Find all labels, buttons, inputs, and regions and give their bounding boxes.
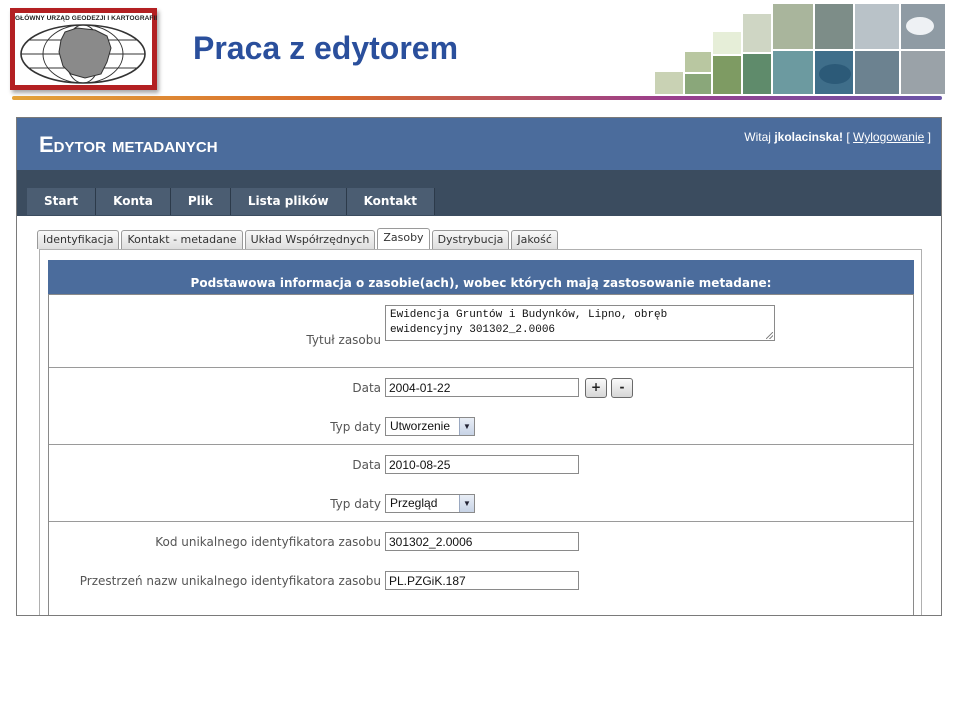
bracket-close: ] [927, 130, 931, 144]
header-divider [12, 96, 942, 100]
code-input[interactable]: 301302_2.0006 [385, 532, 579, 551]
satellite-mosaic-image [655, 4, 945, 94]
chevron-down-icon: ▼ [459, 418, 474, 435]
date-row-1: Data 2004-01-22 + - Typ daty Utworzenie ▼ [49, 368, 913, 445]
tab-uklad-wspolrzednych[interactable]: Układ Współrzędnych [244, 230, 376, 249]
bracket-open: [ [846, 130, 850, 144]
title-row: Tytuł zasobu Ewidencja Gruntów i Budynkó… [49, 295, 913, 368]
title-label: Tytuł zasobu [306, 333, 381, 347]
welcome-bar: Witaj jkolacinska! [ Wylogowanie ] [744, 130, 931, 144]
tab-dystrybucja[interactable]: Dystrybucja [431, 230, 510, 249]
tab-bar: Identyfikacja Kontakt - metadane Układ W… [37, 228, 560, 249]
code-label: Kod unikalnego identyfikatora zasobu [155, 535, 381, 549]
date-type1-label: Typ daty [330, 420, 381, 434]
nav-item-start[interactable]: Start [27, 188, 97, 215]
nav-bar: Start Konta Plik Lista plików Kontakt [17, 170, 941, 216]
app-header: Edytor metadanych Witaj jkolacinska! [ W… [17, 118, 941, 170]
date-type1-value: Utworzenie [390, 419, 451, 433]
date1-input[interactable]: 2004-01-22 [385, 378, 579, 397]
logout-link[interactable]: Wylogowanie [853, 130, 924, 144]
title-value: Ewidencja Gruntów i Budynków, Lipno, obr… [390, 309, 668, 336]
username: jkolacinska! [774, 130, 844, 144]
tab-jakosc[interactable]: Jakość [511, 230, 558, 249]
tab-panel: Podstawowa informacja o zasobie(ach), wo… [39, 249, 922, 615]
app-screenshot: Edytor metadanych Witaj jkolacinska! [ W… [16, 117, 942, 616]
main-menu: Start Konta Plik Lista plików Kontakt [27, 188, 436, 215]
namespace-label: Przestrzeń nazw unikalnego identyfikator… [79, 574, 381, 588]
app-title: Edytor metadanych [39, 132, 218, 157]
date-type2-label: Typ daty [330, 497, 381, 511]
welcome-prefix: Witaj [744, 130, 771, 144]
date-type2-value: Przegląd [390, 496, 438, 510]
globe-map-icon [20, 24, 146, 84]
nav-item-kontakt[interactable]: Kontakt [346, 188, 436, 215]
nav-item-lista-plikow[interactable]: Lista plików [230, 188, 347, 215]
add-date-button[interactable]: + [585, 378, 607, 398]
tab-kontakt-metadane[interactable]: Kontakt - metadane [121, 230, 243, 249]
date-type1-select[interactable]: Utworzenie ▼ [385, 417, 475, 436]
chevron-down-icon: ▼ [459, 495, 474, 512]
date-row-2: Data 2010-08-25 Typ daty Przegląd ▼ [49, 445, 913, 522]
date2-label: Data [352, 458, 381, 472]
identifier-row: Kod unikalnego identyfikatora zasobu 301… [49, 522, 913, 612]
date-type2-select[interactable]: Przegląd ▼ [385, 494, 475, 513]
slide-title: Praca z edytorem [193, 30, 459, 66]
section-heading: Podstawowa informacja o zasobie(ach), wo… [48, 260, 914, 294]
date1-label: Data [352, 381, 381, 395]
title-textarea[interactable]: Ewidencja Gruntów i Budynków, Lipno, obr… [385, 305, 775, 341]
tab-zasoby[interactable]: Zasoby [377, 228, 430, 249]
gugik-logo: GŁÓWNY URZĄD GEODEZJI I KARTOGRAFII [10, 8, 157, 90]
resize-grip-icon[interactable] [766, 332, 773, 339]
date2-input[interactable]: 2010-08-25 [385, 455, 579, 474]
remove-date-button[interactable]: - [611, 378, 633, 398]
logo-text: GŁÓWNY URZĄD GEODEZJI I KARTOGRAFII [15, 15, 158, 22]
namespace-input[interactable]: PL.PZGiK.187 [385, 571, 579, 590]
tab-identyfikacja[interactable]: Identyfikacja [37, 230, 120, 249]
resource-form: Tytuł zasobu Ewidencja Gruntów i Budynkó… [48, 294, 914, 615]
nav-item-konta[interactable]: Konta [96, 188, 171, 215]
nav-item-plik[interactable]: Plik [170, 188, 231, 215]
